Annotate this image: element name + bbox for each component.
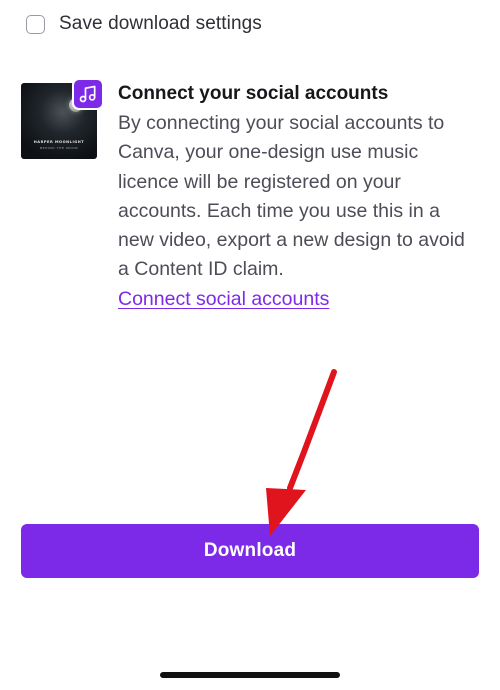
connect-social-accounts-link[interactable]: Connect social accounts — [118, 285, 329, 314]
save-settings-label: Save download settings — [59, 13, 262, 34]
social-heading: Connect your social accounts — [118, 83, 389, 104]
save-settings-row[interactable]: Save download settings — [26, 12, 262, 36]
album-cover-title: HARPER MOONLIGHT — [33, 140, 85, 144]
album-cover-subtitle: BEHIND THE MOON — [39, 146, 79, 150]
social-text-column: Connect your social accounts By connecti… — [118, 80, 478, 314]
home-indicator[interactable] — [160, 672, 340, 678]
download-button-label: Download — [203, 540, 297, 561]
music-thumbnail: HARPER MOONLIGHT BEHIND THE MOON — [21, 78, 104, 159]
music-note-icon — [72, 78, 104, 110]
social-description: By connecting your social accounts to Ca… — [118, 112, 465, 281]
download-button[interactable]: Download — [21, 524, 479, 578]
save-settings-checkbox[interactable] — [26, 14, 45, 34]
